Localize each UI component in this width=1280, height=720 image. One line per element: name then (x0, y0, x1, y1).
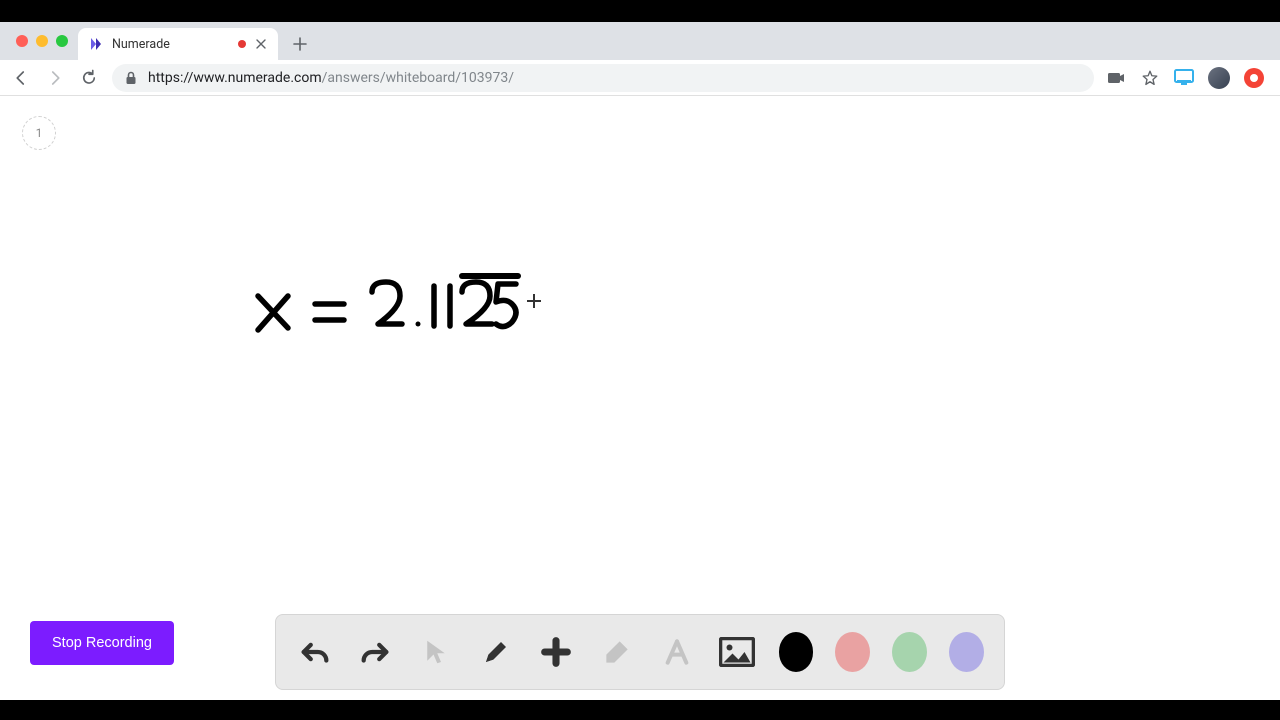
url-host: https://www.numerade.com (148, 70, 322, 86)
tab-title: Numerade (112, 37, 230, 52)
browser-window: Numerade https://www.numerade.com/answer… (0, 22, 1280, 700)
new-tab-button[interactable] (286, 30, 314, 58)
address-bar[interactable]: https://www.numerade.com/answers/whitebo… (112, 64, 1094, 92)
color-swatch-pink[interactable] (835, 632, 870, 672)
undo-button[interactable] (296, 630, 334, 674)
redo-button[interactable] (356, 630, 394, 674)
window-maximize-button[interactable] (56, 35, 68, 47)
color-swatch-purple[interactable] (949, 632, 984, 672)
extension-monitor-icon[interactable] (1174, 68, 1194, 88)
browser-tab[interactable]: Numerade (78, 28, 278, 60)
recording-indicator-icon (238, 40, 246, 48)
text-tool-button[interactable] (658, 630, 696, 674)
shape-tool-button[interactable] (537, 630, 575, 674)
pen-tool-button[interactable] (477, 630, 515, 674)
stop-recording-button[interactable]: Stop Recording (30, 621, 174, 665)
toolbar-right (1106, 67, 1270, 89)
camera-icon[interactable] (1106, 68, 1126, 88)
bookmark-star-icon[interactable] (1140, 68, 1160, 88)
color-swatch-black[interactable] (779, 632, 814, 672)
color-swatch-green[interactable] (892, 632, 927, 672)
tab-favicon (88, 36, 104, 52)
profile-avatar[interactable] (1208, 67, 1230, 89)
nav-reload-button[interactable] (78, 67, 100, 89)
window-controls (10, 22, 78, 60)
eraser-tool-button[interactable] (598, 630, 636, 674)
letterbox-bottom (0, 700, 1280, 720)
image-tool-button[interactable] (718, 630, 756, 674)
window-close-button[interactable] (16, 35, 28, 47)
nav-back-button[interactable] (10, 67, 32, 89)
whiteboard-canvas[interactable] (0, 96, 1280, 700)
tool-palette (275, 614, 1005, 690)
url-path: /answers/whiteboard/103973/ (322, 70, 514, 86)
window-minimize-button[interactable] (36, 35, 48, 47)
letterbox-top (0, 0, 1280, 22)
tab-close-button[interactable] (254, 37, 268, 51)
page-content: 1 (0, 96, 1280, 700)
pointer-tool-button[interactable] (417, 630, 455, 674)
url-text: https://www.numerade.com/answers/whitebo… (148, 70, 1082, 86)
handwriting-svg (0, 96, 1280, 700)
nav-forward-button[interactable] (44, 67, 66, 89)
browser-toolbar: https://www.numerade.com/answers/whitebo… (0, 60, 1280, 96)
lock-icon (124, 71, 138, 85)
extension-badge-icon[interactable] (1244, 68, 1264, 88)
tab-strip: Numerade (0, 22, 1280, 60)
